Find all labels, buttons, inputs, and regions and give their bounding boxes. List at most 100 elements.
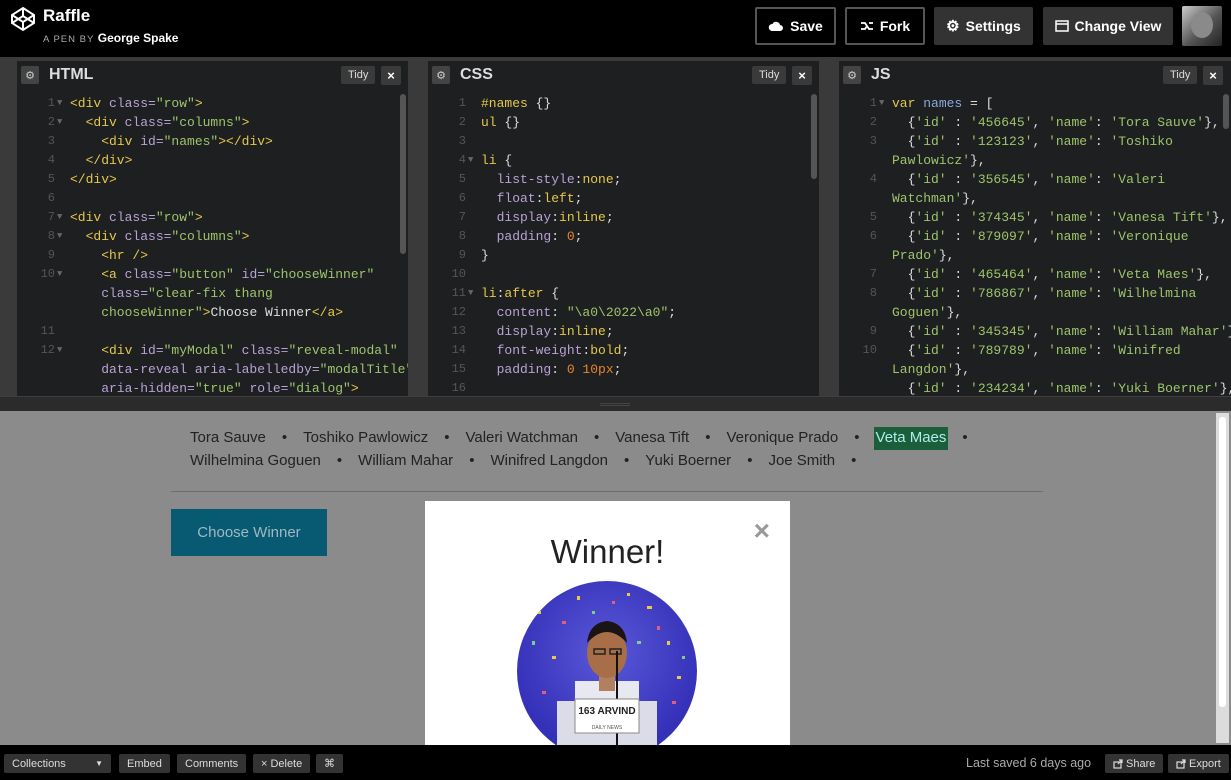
editor-resize-handle[interactable] <box>0 396 1231 411</box>
code-token: ; <box>613 172 622 187</box>
code-text: {'id' : '345345', 'name': 'William Mahar… <box>892 322 1231 341</box>
code-token: { <box>892 172 916 187</box>
code-token: after <box>504 286 552 301</box>
css-tidy-button[interactable]: Tidy <box>752 66 787 84</box>
code-token: , <box>1032 134 1049 149</box>
delete-button[interactable]: × Delete <box>253 754 311 773</box>
code-token: "row" <box>155 210 195 225</box>
code-line: 1 #names {} <box>428 94 819 113</box>
js-close-icon[interactable]: × <box>1203 66 1223 85</box>
code-token: : <box>946 381 971 396</box>
html-settings-gear-icon[interactable]: ⚙ <box>21 66 39 84</box>
code-token: , <box>1032 115 1049 130</box>
fold-arrow-icon[interactable]: ▼ <box>57 113 62 132</box>
pen-title[interactable]: Raffle <box>43 6 90 26</box>
code-token: "chooseWinner" <box>265 267 375 282</box>
code-token: > <box>241 115 250 130</box>
code-token: '374345' <box>970 210 1033 225</box>
html-editor[interactable]: ⚙ HTML Tidy × 1 ▼ <div class="row"> 2 ▼ <div… <box>17 61 408 396</box>
codepen-logo-icon[interactable] <box>10 6 36 32</box>
name-separator: • <box>281 429 288 446</box>
code-token: { <box>892 267 916 282</box>
embed-button[interactable]: Embed <box>119 754 170 773</box>
code-token: Langdon' <box>892 362 955 377</box>
code-token: "\a0\2022\a0" <box>566 305 669 320</box>
code-token: : <box>946 229 971 244</box>
fork-icon <box>860 22 873 30</box>
html-tidy-button[interactable]: Tidy <box>341 66 376 84</box>
collections-dropdown[interactable]: Collections ▼ <box>4 754 111 773</box>
line-number: 11 <box>451 286 466 300</box>
code-text: {'id' : '374345', 'name': 'Vanesa Tift'}… <box>892 208 1228 227</box>
code-token: }, <box>962 191 978 206</box>
cloud-icon <box>768 21 784 31</box>
settings-button[interactable]: ⚙ Settings <box>934 7 1033 45</box>
comments-button[interactable]: Comments <box>177 754 247 773</box>
code-text: display:inline; <box>481 322 614 341</box>
code-token: 'name' <box>1048 267 1095 282</box>
code-text: ul {} <box>481 113 520 132</box>
js-tidy-button[interactable]: Tidy <box>1163 66 1198 84</box>
code-text: {'id' : '879097', 'name': 'Veronique <box>892 227 1189 246</box>
preview-scrollbar[interactable] <box>1216 413 1229 743</box>
code-text: <div class="columns"> <box>70 113 250 132</box>
fold-arrow-icon[interactable]: ▼ <box>57 265 62 284</box>
js-settings-gear-icon[interactable]: ⚙ <box>843 66 861 84</box>
fold-arrow-icon[interactable]: ▼ <box>879 94 884 113</box>
code-text: display:inline; <box>481 208 614 227</box>
code-token: 'name' <box>1048 324 1095 339</box>
name-separator: • <box>336 451 343 469</box>
css-close-icon[interactable]: × <box>792 66 812 85</box>
author-link[interactable]: George Spake <box>98 31 179 45</box>
css-scrollbar[interactable] <box>811 94 817 179</box>
fold-arrow-icon[interactable]: ▼ <box>57 341 62 360</box>
js-scrollbar[interactable] <box>1223 94 1229 129</box>
change-view-button[interactable]: Change View <box>1043 7 1173 45</box>
line-number: 16 <box>451 381 466 395</box>
fold-arrow-icon[interactable]: ▼ <box>468 284 473 303</box>
code-line: 5 </div> <box>17 170 408 189</box>
code-token: : <box>946 172 971 187</box>
share-button[interactable]: Share <box>1105 754 1164 773</box>
code-token: 'name' <box>1048 172 1095 187</box>
code-token: }, <box>954 362 971 377</box>
css-editor[interactable]: ⚙ CSS Tidy × 1 #names {} 2 ul {} 3 4 ▼ li {5 li… <box>428 61 819 396</box>
export-button[interactable]: Export <box>1168 754 1229 773</box>
code-token: '345345' <box>970 324 1033 339</box>
keyboard-shortcuts-button[interactable]: ⌘ <box>316 754 343 773</box>
code-token: "row" <box>155 96 195 111</box>
html-code[interactable]: 1 ▼ <div class="row"> 2 ▼ <div class="column… <box>17 94 408 396</box>
html-scrollbar[interactable] <box>400 94 406 254</box>
css-code[interactable]: 1 #names {} 2 ul {} 3 4 ▼ li {5 list-style:none… <box>428 94 819 396</box>
choose-winner-button[interactable]: Choose Winner <box>171 509 327 556</box>
code-token: { <box>551 286 560 301</box>
css-editor-header: ⚙ CSS Tidy × <box>428 61 819 89</box>
preview-scrollbar-thumb[interactable] <box>1219 417 1226 707</box>
fold-arrow-icon[interactable]: ▼ <box>468 151 473 170</box>
code-token: 'id' <box>915 343 947 358</box>
html-close-icon[interactable]: × <box>381 66 401 85</box>
fold-arrow-icon[interactable]: ▼ <box>57 227 62 246</box>
line-number: 5 <box>47 172 55 186</box>
fold-arrow-icon[interactable]: ▼ <box>57 208 62 227</box>
code-token: { <box>892 324 916 339</box>
js-editor-title: JS <box>871 66 891 83</box>
js-editor[interactable]: ⚙ JS Tidy × 1 ▼ var names = [2 {'id' : '45… <box>839 61 1231 396</box>
user-avatar[interactable] <box>1182 6 1222 46</box>
code-token: 'name' <box>1048 381 1095 396</box>
css-settings-gear-icon[interactable]: ⚙ <box>432 66 450 84</box>
line-number: 6 <box>47 191 55 205</box>
fold-arrow-icon[interactable]: ▼ <box>57 94 62 113</box>
code-token: "true" <box>194 381 250 396</box>
code-text: <div id="myModal" class="reveal-modal" <box>70 341 397 360</box>
name-separator: • <box>444 429 450 446</box>
line-number: 3 <box>458 134 466 148</box>
code-token: id= <box>140 134 164 149</box>
code-text: Watchman'}, <box>892 189 978 208</box>
save-button[interactable]: Save <box>755 7 836 45</box>
code-token: none <box>582 172 614 187</box>
name-item: Veta Maes <box>873 427 949 450</box>
js-code[interactable]: 1 ▼ var names = [2 {'id' : '456645', 'name… <box>839 94 1231 396</box>
fork-button[interactable]: Fork <box>845 7 925 45</box>
code-token: ; <box>605 324 614 339</box>
